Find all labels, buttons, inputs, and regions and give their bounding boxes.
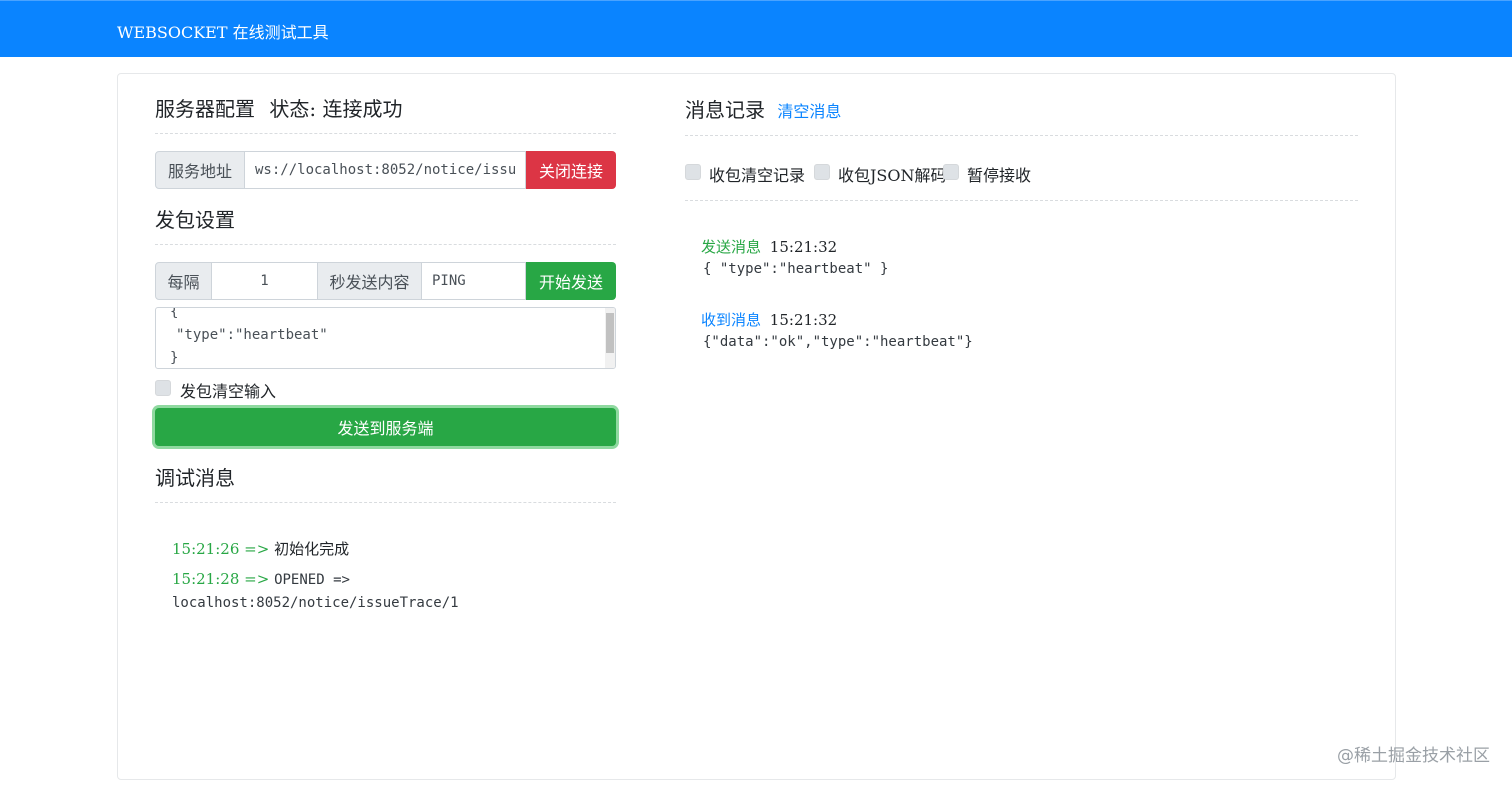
interval-prefix-label: 每隔 [155,262,212,300]
payload-line: "type":"heartbeat" [176,327,328,343]
messages-heading: 消息记录 清空消息 [685,94,841,123]
debug-entry-time: 15:21:26 => [172,540,270,558]
option-pause-receive-label: 暂停接收 [967,166,1032,185]
brand-title: WEBSOCKET 在线测试工具 [117,23,329,42]
send-to-server-button[interactable]: 发送到服务端 [155,408,616,446]
interval-suffix-label: 秒发送内容 [318,262,422,300]
debug-entry-time: 15:21:28 => [172,570,270,588]
watermark-text: @稀土掘金技术社区 [1337,746,1490,766]
messages-title: 消息记录 [685,98,765,122]
debug-entry-text: OPENED => [274,572,350,588]
start-sending-button[interactable]: 开始发送 [526,262,616,300]
option-json-decode-checkbox[interactable] [814,164,830,180]
divider-options [685,200,1358,201]
payload-line: } [170,350,179,366]
debug-title: 调试消息 [155,466,235,490]
address-input-group: 服务地址 关闭连接 [155,151,616,189]
message-body: {"data":"ok","type":"heartbeat"} [703,334,973,350]
message-body: { "type":"heartbeat" } [703,261,889,277]
top-navbar: WEBSOCKET 在线测试工具 [0,0,1512,57]
server-config-title: 服务器配置 [155,97,255,121]
debug-entry-text: 初始化完成 [274,540,350,558]
message-entry-header: 收到消息 15:21:32 [701,309,837,330]
clear-messages-link[interactable]: 清空消息 [777,102,841,121]
close-connection-button[interactable]: 关闭连接 [526,151,616,189]
address-label: 服务地址 [155,151,245,189]
debug-entry-url: localhost:8052/notice/issueTrace/1 [172,595,459,611]
debug-entry: 15:21:28 => OPENED => [172,570,350,588]
message-time: 15:21:32 [769,238,838,256]
textarea-scrollbar[interactable] [605,308,615,368]
debug-entry: 15:21:26 => 初始化完成 [172,538,349,559]
interval-input[interactable] [212,262,318,300]
status-label: 状态: [269,97,317,121]
auto-content-input[interactable] [422,262,526,300]
divider-send [155,244,616,245]
option-clear-on-receive-checkbox[interactable] [685,164,701,180]
divider-debug [155,502,616,503]
textarea-scrollbar-thumb[interactable] [606,313,614,353]
send-settings-title: 发包设置 [155,208,235,232]
message-time: 15:21:32 [769,311,838,329]
payload-line: { [170,307,179,320]
status-value: 连接成功 [322,97,403,121]
message-kind-sent: 发送消息 [701,238,762,256]
interval-input-group: 每隔 秒发送内容 开始发送 [155,262,616,300]
option-clear-on-receive-label: 收包清空记录 [709,166,806,185]
option-json-decode-label: 收包JSON解码 [838,166,947,185]
divider-server [155,133,616,134]
server-config-heading: 服务器配置 状态: 连接成功 [155,93,402,122]
option-pause-receive-checkbox[interactable] [943,164,959,180]
divider-messages [685,135,1358,136]
clear-input-label: 发包清空输入 [180,382,277,401]
message-kind-received: 收到消息 [701,311,762,329]
message-entry-header: 发送消息 15:21:32 [701,236,837,257]
clear-input-checkbox[interactable] [155,380,171,396]
payload-textarea[interactable]: { "type":"heartbeat" } [155,307,616,369]
address-input[interactable] [245,151,526,189]
